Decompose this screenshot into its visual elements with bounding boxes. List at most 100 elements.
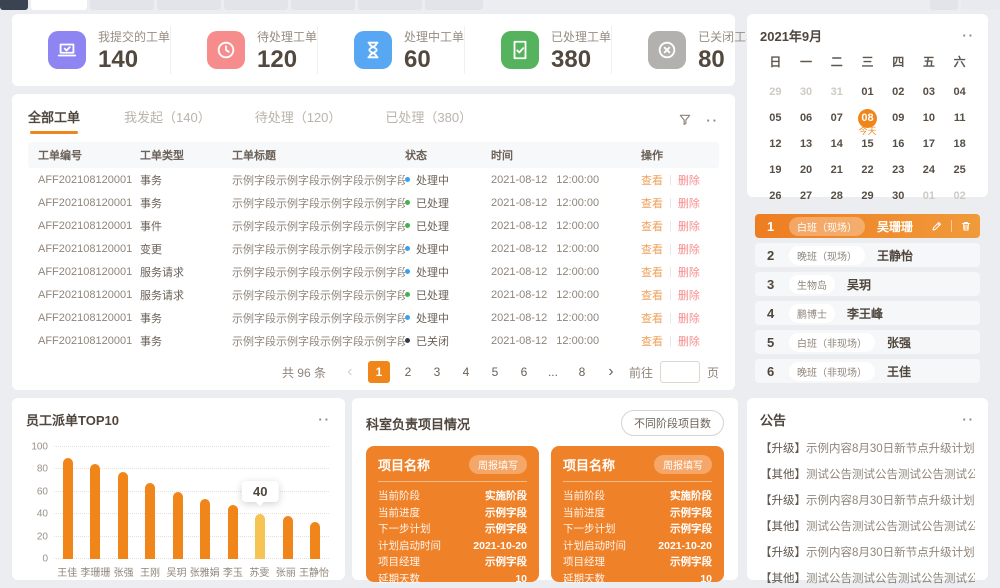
- tab-strip-item[interactable]: [425, 0, 483, 10]
- shift-row[interactable]: 2晚班（现场）王静怡: [755, 243, 980, 267]
- calendar-day[interactable]: 12: [760, 131, 791, 157]
- calendar-day[interactable]: 15: [852, 131, 883, 157]
- bar-吴玥[interactable]: [173, 492, 183, 559]
- calendar-day[interactable]: 13: [791, 131, 822, 157]
- stage-filter-button[interactable]: 不同阶段项目数: [621, 410, 724, 436]
- shift-row[interactable]: 6晚班（非现场）王佳: [755, 359, 980, 383]
- bar-张雅娟[interactable]: [200, 499, 210, 559]
- delete-link[interactable]: 删除: [678, 218, 700, 234]
- calendar-day[interactable]: 21: [821, 157, 852, 183]
- calendar-day[interactable]: 31: [821, 79, 852, 105]
- filter-icon[interactable]: [678, 113, 692, 127]
- page-button-5[interactable]: 5: [484, 361, 506, 383]
- calendar-day[interactable]: 11: [944, 105, 975, 131]
- prev-page-button[interactable]: ‹: [339, 361, 361, 383]
- weekly-report-button[interactable]: 周报填写: [469, 455, 527, 474]
- shift-row[interactable]: 3生物岛吴玥: [755, 272, 980, 296]
- calendar-day[interactable]: 08今天: [852, 105, 883, 131]
- view-link[interactable]: 查看: [641, 172, 663, 188]
- page-button-1[interactable]: 1: [368, 361, 390, 383]
- calendar-day[interactable]: 14: [821, 131, 852, 157]
- announcement-item[interactable]: 【升级】示例内容8月30日新节点升级计划通知: [760, 436, 975, 462]
- tab-workorders-3[interactable]: 待处理（120）: [255, 107, 342, 134]
- view-link[interactable]: 查看: [641, 310, 663, 326]
- bar-张强[interactable]: [118, 472, 128, 559]
- chart-more-icon[interactable]: ··: [318, 412, 331, 427]
- calendar-day[interactable]: 06: [791, 105, 822, 131]
- delete-link[interactable]: 删除: [678, 310, 700, 326]
- tab-strip-item[interactable]: [930, 0, 958, 10]
- calendar-day[interactable]: 03: [914, 79, 945, 105]
- view-link[interactable]: 查看: [641, 333, 663, 349]
- trash-icon[interactable]: [960, 220, 972, 232]
- tab-workorders-4[interactable]: 已处理（380）: [385, 107, 472, 134]
- tab-strip-item-dark[interactable]: [0, 0, 28, 10]
- bar-王刚[interactable]: [145, 483, 155, 559]
- delete-link[interactable]: 删除: [678, 241, 700, 257]
- goto-page-input[interactable]: [660, 361, 700, 383]
- bar-王佳[interactable]: [63, 458, 73, 559]
- delete-link[interactable]: 删除: [678, 195, 700, 211]
- delete-link[interactable]: 删除: [678, 287, 700, 303]
- shift-row[interactable]: 1白班（现场）吴珊珊: [755, 214, 980, 238]
- calendar-day[interactable]: 10: [914, 105, 945, 131]
- tab-strip-item[interactable]: [90, 0, 154, 10]
- tab-strip-item[interactable]: [961, 0, 1000, 10]
- tab-workorders-2[interactable]: 我发起（140）: [124, 107, 211, 134]
- calendar-day[interactable]: 25: [944, 157, 975, 183]
- bar-王静怡[interactable]: [310, 522, 320, 559]
- shift-row[interactable]: 5白班（非现场）张强: [755, 330, 980, 354]
- announcements-more-icon[interactable]: ··: [962, 412, 975, 427]
- bar-张丽[interactable]: [283, 516, 293, 559]
- delete-link[interactable]: 删除: [678, 333, 700, 349]
- page-button-2[interactable]: 2: [397, 361, 419, 383]
- announcement-item[interactable]: 【升级】示例内容8月30日新节点升级计划通知: [760, 540, 975, 566]
- tab-strip-item[interactable]: [224, 0, 288, 10]
- tab-strip-item[interactable]: [157, 0, 221, 10]
- shift-row[interactable]: 4鹏博士李王峰: [755, 301, 980, 325]
- delete-link[interactable]: 删除: [678, 172, 700, 188]
- calendar-day[interactable]: 30: [791, 79, 822, 105]
- view-link[interactable]: 查看: [641, 264, 663, 280]
- view-link[interactable]: 查看: [641, 195, 663, 211]
- next-page-button[interactable]: ›: [600, 361, 622, 383]
- view-link[interactable]: 查看: [641, 218, 663, 234]
- view-link[interactable]: 查看: [641, 241, 663, 257]
- workorders-more-icon[interactable]: ··: [706, 113, 719, 128]
- calendar-more-icon[interactable]: ··: [962, 28, 975, 43]
- view-link[interactable]: 查看: [641, 287, 663, 303]
- calendar-day[interactable]: 16: [883, 131, 914, 157]
- announcement-item[interactable]: 【升级】示例内容8月30日新节点升级计划通知: [760, 488, 975, 514]
- calendar-day[interactable]: 04: [944, 79, 975, 105]
- calendar-day[interactable]: 20: [791, 157, 822, 183]
- page-button-8[interactable]: 8: [571, 361, 593, 383]
- bar-苏雯[interactable]: [255, 514, 265, 559]
- page-button-3[interactable]: 3: [426, 361, 448, 383]
- tab-strip-item-active[interactable]: [31, 0, 87, 10]
- tab-strip-item[interactable]: [358, 0, 422, 10]
- page-button-4[interactable]: 4: [455, 361, 477, 383]
- edit-icon[interactable]: [931, 220, 943, 232]
- announcement-item[interactable]: 【其他】测试公告测试公告测试公告测试公告测试公告: [760, 462, 975, 488]
- calendar-day[interactable]: 19: [760, 157, 791, 183]
- stat-item-3[interactable]: 处理中工单60: [317, 26, 464, 74]
- tab-strip-item[interactable]: [291, 0, 355, 10]
- bar-李珊珊[interactable]: [90, 464, 100, 559]
- calendar-day[interactable]: 17: [914, 131, 945, 157]
- announcement-item[interactable]: 【其他】测试公告测试公告测试公告测试公告测试公告: [760, 514, 975, 540]
- calendar-day[interactable]: 07: [821, 105, 852, 131]
- calendar-day[interactable]: 29: [760, 79, 791, 105]
- stat-item-1[interactable]: 我提交的工单140: [12, 26, 170, 74]
- calendar-day[interactable]: 02: [883, 79, 914, 105]
- stat-item-4[interactable]: 已处理工单380: [464, 26, 611, 74]
- calendar-day[interactable]: 23: [883, 157, 914, 183]
- bar-李玉[interactable]: [228, 505, 238, 559]
- calendar-day[interactable]: 01: [852, 79, 883, 105]
- calendar-day[interactable]: 18: [944, 131, 975, 157]
- announcement-item[interactable]: 【其他】测试公告测试公告测试公告测试公告测试公告: [760, 566, 975, 588]
- weekly-report-button[interactable]: 周报填写: [654, 455, 712, 474]
- stat-item-2[interactable]: 待处理工单120: [170, 26, 317, 74]
- delete-link[interactable]: 删除: [678, 264, 700, 280]
- page-button-6[interactable]: 6: [513, 361, 535, 383]
- calendar-day[interactable]: 09: [883, 105, 914, 131]
